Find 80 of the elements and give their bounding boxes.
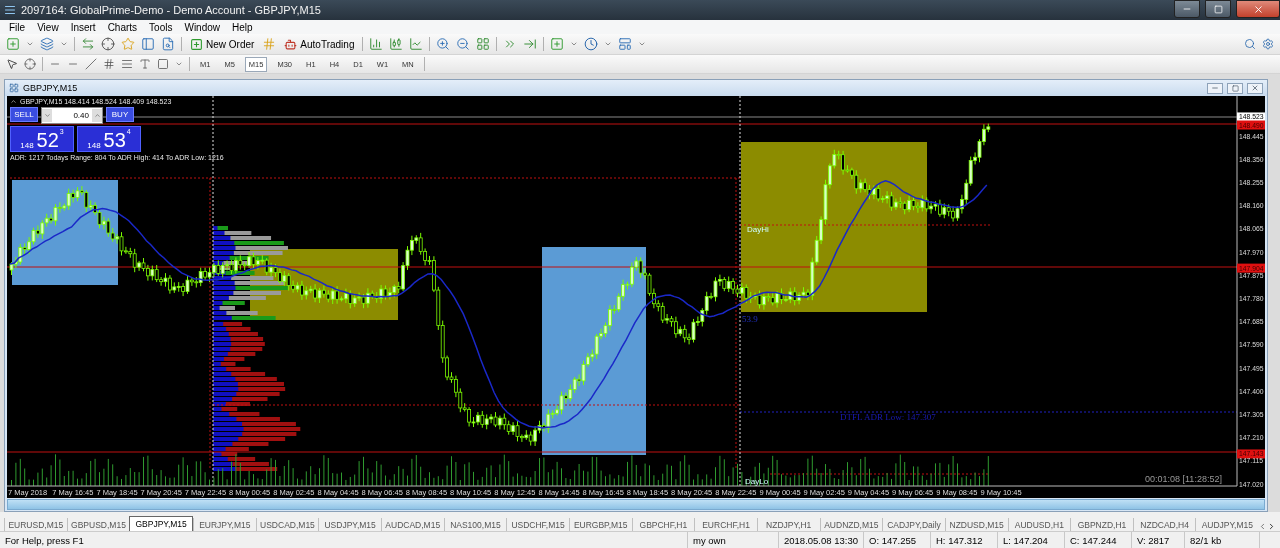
- text-icon[interactable]: [139, 58, 151, 70]
- price-big-figure: 148: [87, 141, 101, 151]
- auto-trading-button[interactable]: AutoTrading: [282, 35, 357, 53]
- maximize-icon: [1231, 84, 1239, 92]
- buy-button[interactable]: BUY: [106, 107, 134, 122]
- price-big-figure: 148: [20, 141, 34, 151]
- low-price: L: 147.204: [997, 532, 1064, 548]
- zoom-out-icon[interactable]: [456, 37, 471, 51]
- search-icon[interactable]: [1244, 38, 1256, 50]
- robot-icon: [284, 37, 298, 51]
- star-icon[interactable]: [121, 37, 135, 51]
- chart-tab[interactable]: GBPJPY,M15: [129, 516, 193, 531]
- close-price: C: 147.244: [1064, 532, 1131, 548]
- caret-icon[interactable]: [60, 40, 68, 48]
- minimize-button[interactable]: [1174, 0, 1200, 18]
- app-icon: [4, 4, 16, 16]
- lot-size-field[interactable]: 0.40: [41, 107, 103, 124]
- chart-window-title: GBPJPY,M15: [23, 83, 79, 93]
- line-chart-icon[interactable]: [409, 37, 424, 51]
- menu-item[interactable]: View: [31, 21, 65, 33]
- lot-size-value: 0.40: [72, 111, 90, 120]
- chart-shift-icon[interactable]: [523, 37, 538, 51]
- plus-icon: [190, 37, 203, 51]
- sell-button[interactable]: SELL: [10, 107, 38, 122]
- cursor-icon[interactable]: [6, 58, 18, 70]
- chart-icon: [9, 83, 19, 93]
- traffic-text: 82/1 kb: [1184, 532, 1259, 548]
- crosshair-icon[interactable]: [24, 58, 36, 70]
- bar-timer: 00:01:08 [11:28:52]: [1145, 474, 1222, 484]
- candlestick-icon[interactable]: [389, 37, 404, 51]
- close-icon: [1252, 3, 1264, 15]
- zoom-in-icon[interactable]: [436, 37, 451, 51]
- high-price: H: 147.312: [930, 532, 997, 548]
- bar-datetime: 2018.05.08 13:30: [778, 532, 863, 548]
- chart-label: DayHi: [747, 225, 769, 234]
- profiles-icon[interactable]: [40, 37, 54, 51]
- caret-icon[interactable]: [26, 40, 34, 48]
- volume-value: V: 2817: [1131, 532, 1184, 548]
- help-text: For Help, press F1: [4, 533, 85, 548]
- maximize-icon: [1213, 4, 1223, 14]
- decrease-button[interactable]: [42, 109, 52, 122]
- clock-icon[interactable]: [584, 37, 599, 51]
- template-icon[interactable]: [618, 37, 633, 51]
- horizontal-scrollbar[interactable]: [7, 499, 1265, 510]
- new-order-button[interactable]: New Order: [188, 35, 257, 53]
- caret-icon[interactable]: [604, 40, 613, 48]
- file-search-icon[interactable]: [161, 37, 175, 51]
- chart-label: DTFL ADR Low: 147.307: [840, 412, 936, 422]
- profile-name: my own: [687, 532, 778, 548]
- caret-icon: [93, 112, 101, 119]
- price-pips: 52: [36, 129, 59, 151]
- menu-item[interactable]: Window: [178, 21, 227, 33]
- chart-label: 53.9: [742, 314, 758, 324]
- menu-item[interactable]: Tools: [143, 21, 179, 33]
- trendline-icon[interactable]: [85, 58, 97, 70]
- caret-icon: [43, 112, 51, 119]
- menu-item[interactable]: Charts: [101, 21, 144, 33]
- close-icon: [1251, 84, 1259, 92]
- minimize-icon: [1211, 84, 1219, 92]
- close-button[interactable]: [1247, 82, 1263, 94]
- new-chart-icon[interactable]: [6, 37, 20, 51]
- collapse-icon[interactable]: [10, 98, 17, 105]
- menu-item[interactable]: Help: [226, 21, 259, 33]
- tile-windows-icon[interactable]: [476, 37, 491, 51]
- open-price: O: 147.255: [863, 532, 930, 548]
- indicators-icon[interactable]: [550, 37, 565, 51]
- bar-chart-icon[interactable]: [369, 37, 384, 51]
- menu-item[interactable]: Insert: [64, 21, 102, 33]
- crosshair-icon[interactable]: [101, 37, 115, 51]
- close-button[interactable]: [1236, 0, 1280, 18]
- caret-icon[interactable]: [638, 40, 647, 48]
- caret-icon[interactable]: [570, 40, 579, 48]
- price-pips: 53: [103, 129, 126, 151]
- panel-icon[interactable]: [141, 37, 155, 51]
- settings-icon[interactable]: [1262, 38, 1274, 50]
- menu-item[interactable]: File: [3, 21, 32, 33]
- increase-button[interactable]: [92, 109, 102, 122]
- caret-icon[interactable]: [175, 60, 183, 68]
- window-title: 2097164: GlobalPrime-Demo - Demo Account - GBPJPY,M15: [21, 4, 322, 16]
- maximize-button[interactable]: [1205, 0, 1231, 18]
